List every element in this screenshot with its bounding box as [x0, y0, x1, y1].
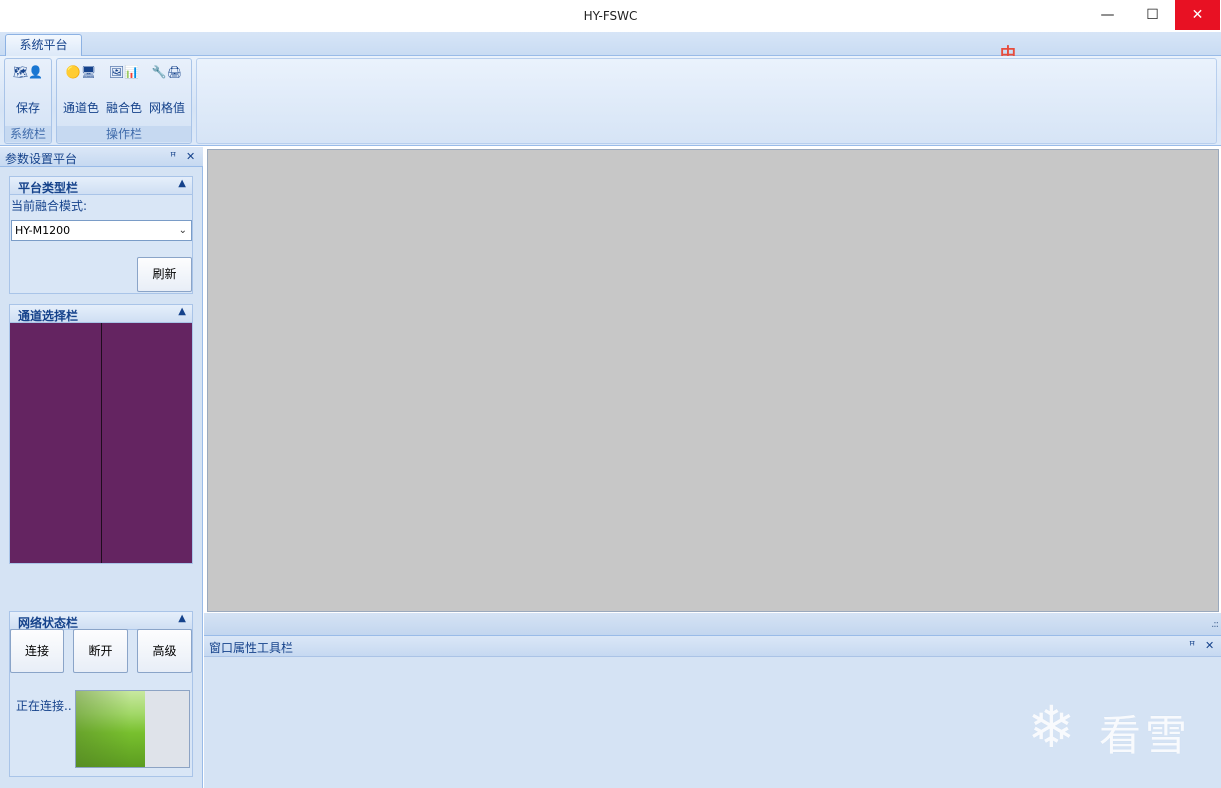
pin-icon[interactable]: ꟸ [1189, 639, 1195, 652]
panel-splitter[interactable]: .:: [204, 613, 1221, 635]
close-button[interactable]: ✕ [1175, 0, 1220, 30]
ribbon: 🗺👤 保存 系统栏 🟡🖥 通道色 🖼📊 融合色 🔧🖨 网格值 操作栏 [0, 56, 1221, 146]
close-panel-icon[interactable]: ✕ [186, 150, 195, 163]
connection-status-text: 正在连接.. [16, 699, 72, 713]
collapse-icon[interactable]: ▲ [178, 306, 186, 317]
panel-header: 参数设置平台 ꟸ ✕ [0, 147, 203, 167]
channel-divider [101, 323, 102, 563]
section-header[interactable]: 通道选择栏 ▲ [10, 305, 192, 323]
title-bar: HY-FSWC — ☐ ✕ [0, 0, 1221, 32]
maximize-button[interactable]: ☐ [1130, 0, 1175, 30]
channel-select-section: 通道选择栏 ▲ [9, 304, 193, 564]
channel-color-button[interactable]: 🟡🖥 通道色 [61, 63, 101, 121]
refresh-button[interactable]: 刷新 [137, 257, 192, 292]
advanced-button[interactable]: 高级 [137, 629, 192, 673]
watermark-logo: ❄ 看雪 [1027, 693, 1192, 761]
connection-status-image [75, 690, 190, 768]
group-label-system: 系统栏 [5, 126, 51, 142]
section-header[interactable]: 网络状态栏 ▲ [10, 612, 192, 630]
channel-color-icon: 🟡🖥 [65, 65, 97, 79]
collapse-icon[interactable]: ▲ [178, 178, 186, 189]
panel-title: 窗口属性工具栏 [209, 641, 294, 655]
parameter-panel: 参数设置平台 ꟸ ✕ 平台类型栏 ▲ 当前融合模式: HY-M1200 ⌄ 刷新… [0, 147, 203, 788]
workspace-canvas[interactable] [207, 149, 1219, 612]
close-panel-icon[interactable]: ✕ [1205, 639, 1214, 652]
grid-value-button[interactable]: 🔧🖨 网格值 [147, 63, 187, 121]
ribbon-empty-area [196, 58, 1217, 144]
tab-system-platform[interactable]: 系统平台 [5, 34, 82, 57]
save-button[interactable]: 🗺👤 保存 [8, 63, 48, 121]
ribbon-tab-strip: 系统平台 [0, 32, 1221, 57]
fusion-mode-select[interactable]: HY-M1200 ⌄ [11, 220, 192, 241]
chevron-down-icon: ⌄ [178, 225, 187, 236]
panel-title: 参数设置平台 [5, 152, 78, 166]
fusion-mode-label: 当前融合模式: [11, 199, 88, 213]
section-header[interactable]: 平台类型栏 ▲ [10, 177, 192, 195]
collapse-icon[interactable]: ▲ [178, 613, 186, 624]
disconnect-button[interactable]: 断开 [73, 629, 128, 673]
blend-color-icon: 🖼📊 [108, 65, 140, 79]
maximize-icon: ☐ [1146, 7, 1159, 23]
pin-icon[interactable]: ꟸ [170, 150, 176, 163]
save-icon: 🗺👤 [12, 65, 44, 79]
snowflake-icon: ❄ [1027, 693, 1076, 761]
minimize-icon: — [1100, 7, 1115, 23]
network-status-section: 网络状态栏 ▲ 连接 断开 高级 正在连接.. [9, 611, 193, 777]
window-title: HY-FSWC [583, 9, 638, 23]
resize-grip-icon[interactable]: .:: [1211, 619, 1219, 630]
group-label-operation: 操作栏 [57, 126, 191, 142]
channel-grid[interactable] [10, 323, 192, 563]
blend-color-button[interactable]: 🖼📊 融合色 [104, 63, 144, 121]
ribbon-group-system: 🗺👤 保存 系统栏 [4, 58, 52, 144]
panel-header: 窗口属性工具栏 ꟸ ✕ [204, 636, 1221, 657]
minimize-button[interactable]: — [1085, 0, 1130, 30]
grid-value-icon: 🔧🖨 [151, 65, 183, 79]
platform-type-section: 平台类型栏 ▲ 当前融合模式: HY-M1200 ⌄ 刷新 [9, 176, 193, 294]
close-icon: ✕ [1191, 7, 1204, 23]
connect-button[interactable]: 连接 [10, 629, 64, 673]
ribbon-group-operation: 🟡🖥 通道色 🖼📊 融合色 🔧🖨 网格值 操作栏 [56, 58, 192, 144]
